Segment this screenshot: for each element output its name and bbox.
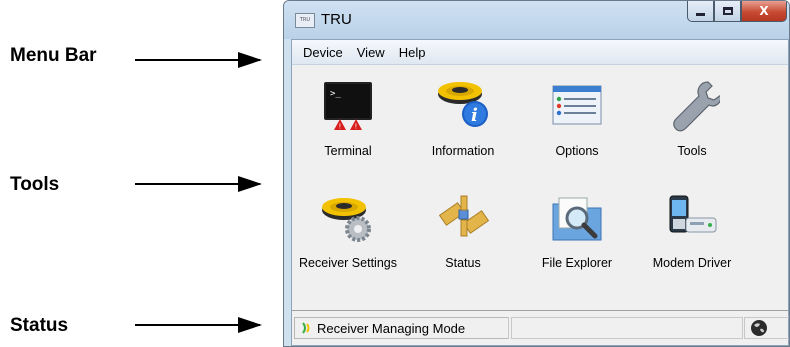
file-explorer-icon [552,197,602,241]
tool-label: Status [445,256,481,270]
information-icon: i [438,82,488,127]
receiver-settings-icon [322,198,371,242]
status-icon [438,195,490,237]
callout-menu-bar: Menu Bar [10,45,97,66]
globe-icon[interactable] [750,319,768,337]
tool-label: Information [431,144,495,158]
status-connection-pane [744,317,789,339]
callout-tools: Tools [10,174,60,195]
menu-help[interactable]: Help [392,45,433,60]
svg-text:!: ! [339,123,342,131]
receiver-signal-icon [302,322,310,334]
app-icon[interactable]: TRU [295,13,315,28]
tool-terminal[interactable]: >_ ! ! Terminal [291,64,405,164]
terminal-icon: >_ ! ! [324,82,372,131]
menu-view[interactable]: View [350,45,392,60]
tool-grid: >_ ! ! Terminal i Information Options To… [292,64,788,311]
options-icon [552,85,602,125]
minimize-button[interactable] [687,1,714,22]
client-area: Device View Help >_ ! ! Terminal i Infor… [291,39,789,346]
callout-menu-bar-arrow [135,52,262,68]
callout-status: Status [10,315,69,336]
tool-status[interactable]: Status [406,176,520,276]
maximize-button[interactable] [714,1,741,22]
svg-text:>_: >_ [330,89,341,99]
status-bar: Receiver Managing Mode [292,313,789,345]
tool-label: Tools [677,144,707,158]
tool-modem-driver[interactable]: Modem Driver [635,176,749,276]
window-title: TRU [321,11,352,28]
title-bar[interactable]: TRU TRU X [284,1,789,39]
callout-tools-arrow [135,176,262,192]
menu-device[interactable]: Device [296,45,350,60]
tool-label: Terminal [324,144,372,158]
status-mode-pane: Receiver Managing Mode [294,317,509,339]
close-icon: X [759,4,769,18]
maximize-icon [722,7,733,15]
tool-information[interactable]: i Information [406,64,520,164]
tool-receiver-settings[interactable]: Receiver Settings [291,176,405,276]
close-button[interactable]: X [741,1,787,22]
tool-label: File Explorer [541,256,613,270]
callout-status-arrow [135,317,262,333]
tool-label: Receiver Settings [299,256,397,270]
status-mode-text: Receiver Managing Mode [317,321,466,336]
tool-tools[interactable]: Tools [635,64,749,164]
minimize-icon [696,12,705,16]
wrench-icon [673,81,720,132]
app-window: TRU TRU X Device View Help >_ ! ! Termin… [283,0,790,347]
tool-label: Options [555,144,599,158]
svg-text:i: i [471,105,478,126]
tool-label: Modem Driver [652,256,732,270]
modem-driver-icon [669,195,717,233]
tool-options[interactable]: Options [520,64,634,164]
caption-buttons: X [687,1,787,23]
svg-text:!: ! [355,123,358,131]
status-pane-empty [511,317,743,339]
tool-file-explorer[interactable]: File Explorer [520,176,634,276]
menu-bar: Device View Help [292,40,788,65]
